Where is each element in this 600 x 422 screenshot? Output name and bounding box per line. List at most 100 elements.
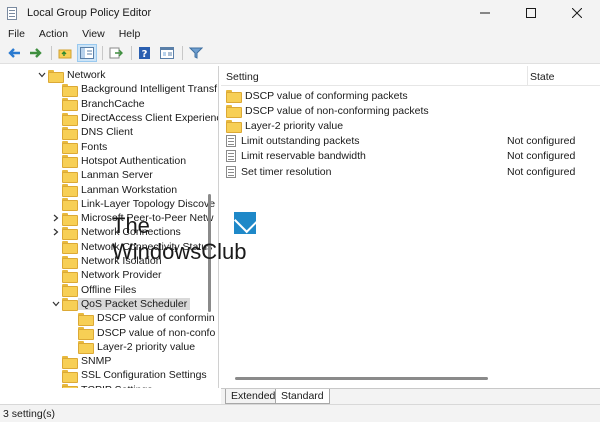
back-button[interactable] [4, 44, 24, 62]
folder-icon [78, 327, 94, 341]
list-item[interactable]: Limit outstanding packets Not configured [221, 134, 600, 149]
up-folder-icon [58, 49, 72, 58]
folder-icon [62, 126, 78, 140]
window-title: Local Group Policy Editor [27, 7, 152, 19]
folder-icon [48, 69, 64, 83]
list-item[interactable]: DSCP value of non-conforming packets [221, 103, 600, 119]
tree-item[interactable]: QoS Packet Scheduler [50, 297, 191, 312]
toolbar-separator [182, 45, 183, 60]
folder-icon [62, 298, 78, 312]
column-header-setting[interactable]: Setting [226, 71, 259, 83]
tab-extended[interactable]: Extended [225, 389, 282, 404]
toolbar-separator [131, 45, 132, 60]
setting-state: Not configured [507, 135, 576, 148]
chevron-right-icon[interactable] [50, 228, 62, 236]
setting-name: Set timer resolution [226, 165, 331, 178]
tab-standard[interactable]: Standard [275, 389, 330, 404]
folder-icon [62, 284, 78, 298]
setting-state: Not configured [507, 150, 576, 163]
tree-item[interactable]: Link-Layer Topology Discove [62, 197, 216, 212]
setting-name-label: Layer-2 priority value [245, 119, 344, 132]
tree-item[interactable]: Layer-2 priority value [78, 340, 196, 355]
setting-name-label: Limit outstanding packets [241, 135, 360, 148]
column-divider[interactable] [527, 66, 528, 86]
tree-item[interactable]: TCPIP Settings [62, 383, 153, 388]
settings-list-pane: Setting State DSCP value of conforming p… [221, 66, 600, 388]
tree-item[interactable]: Background Intelligent Transf [62, 82, 217, 97]
folder-icon [78, 312, 94, 326]
tree-item[interactable]: Hotspot Authentication [62, 154, 187, 169]
tree-item[interactable]: DSCP value of conformin [78, 311, 215, 326]
tree-item[interactable]: Lanman Server [62, 168, 153, 183]
chevron-down-icon[interactable] [36, 72, 48, 78]
watermark-line-2: WindowsClub [112, 239, 247, 264]
menu-help[interactable]: Help [112, 28, 148, 40]
column-header-state[interactable]: State [530, 71, 555, 83]
tree-item[interactable]: Lanman Workstation [62, 182, 177, 198]
tree-item-label: Link-Layer Topology Discove [81, 197, 216, 210]
tree-item-label: SSL Configuration Settings [81, 369, 207, 382]
tree-item[interactable]: Offline Files [62, 283, 136, 298]
menu-file[interactable]: File [0, 28, 32, 40]
list-item[interactable]: Layer-2 priority value [221, 118, 600, 134]
setting-state: Not configured [507, 165, 576, 178]
export-list-button[interactable] [106, 44, 126, 62]
tree-item[interactable]: Network [36, 68, 106, 83]
chevron-down-icon[interactable] [50, 301, 62, 307]
tree-item-label: Fonts [81, 140, 108, 153]
tree-item-label: TCPIP Settings [81, 384, 153, 388]
show-hide-tree-icon [80, 46, 94, 59]
list-item[interactable]: Set timer resolution Not configured [221, 164, 600, 179]
tree-item[interactable]: DSCP value of non-confo [78, 325, 216, 341]
list-item[interactable]: Limit reservable bandwidth Not configured [221, 149, 600, 164]
properties-button[interactable] [157, 44, 177, 62]
tree-item[interactable]: Fonts [62, 140, 108, 155]
tree-item-label: Network Provider [81, 269, 162, 282]
folder-icon [62, 198, 78, 212]
setting-name: Limit reservable bandwidth [226, 150, 366, 163]
toolbar-separator [51, 45, 52, 60]
tree-item-label: Lanman Server [81, 169, 153, 182]
folder-icon [226, 90, 242, 103]
show-hide-tree-button[interactable] [77, 43, 97, 62]
tree-item[interactable]: SSL Configuration Settings [62, 368, 207, 383]
menu-view[interactable]: View [75, 28, 112, 40]
folder-icon [62, 241, 78, 255]
folder-icon [62, 269, 78, 283]
close-button[interactable] [554, 0, 600, 26]
tree-item-label: Hotspot Authentication [81, 154, 187, 167]
list-horizontal-scrollbar[interactable] [235, 377, 488, 380]
list-item[interactable]: DSCP value of conforming packets [221, 88, 600, 103]
tree-item[interactable]: DNS Client [62, 125, 133, 140]
tree-item-label: Layer-2 priority value [97, 340, 196, 353]
status-bar: 3 setting(s) [0, 404, 600, 422]
tree-item-label: DNS Client [81, 126, 133, 139]
tree-item-label: Network [67, 69, 106, 82]
maximize-icon [526, 8, 536, 18]
minimize-icon [480, 12, 490, 14]
setting-name: DSCP value of non-conforming packets [226, 105, 429, 119]
maximize-button[interactable] [508, 0, 554, 26]
tree-item[interactable]: BranchCache [62, 97, 145, 112]
chevron-right-icon[interactable] [50, 214, 62, 222]
view-tabs: Extended Standard [221, 388, 600, 404]
minimize-button[interactable] [462, 0, 508, 26]
tree-item-label: BranchCache [81, 97, 145, 110]
title-bar: Local Group Policy Editor [0, 0, 600, 26]
policy-setting-icon [226, 150, 236, 163]
tree-item[interactable]: SNMP [62, 354, 111, 369]
export-list-icon [109, 47, 123, 58]
tree-item-label: DSCP value of non-confo [97, 326, 216, 339]
tree-item-label: DSCP value of conformin [97, 312, 215, 325]
tree-item-label: QoS Packet Scheduler [78, 297, 191, 310]
tree-item[interactable]: Network Provider [62, 268, 162, 283]
filter-button[interactable] [186, 44, 206, 62]
help-button[interactable]: ? [135, 44, 155, 62]
menu-action[interactable]: Action [32, 28, 75, 40]
up-one-level-button[interactable] [55, 44, 75, 62]
folder-icon [226, 105, 242, 119]
folder-icon [62, 212, 78, 226]
policy-setting-icon [226, 135, 236, 148]
tree-item[interactable]: DirectAccess Client Experienc [62, 111, 218, 126]
forward-button[interactable] [26, 44, 46, 62]
